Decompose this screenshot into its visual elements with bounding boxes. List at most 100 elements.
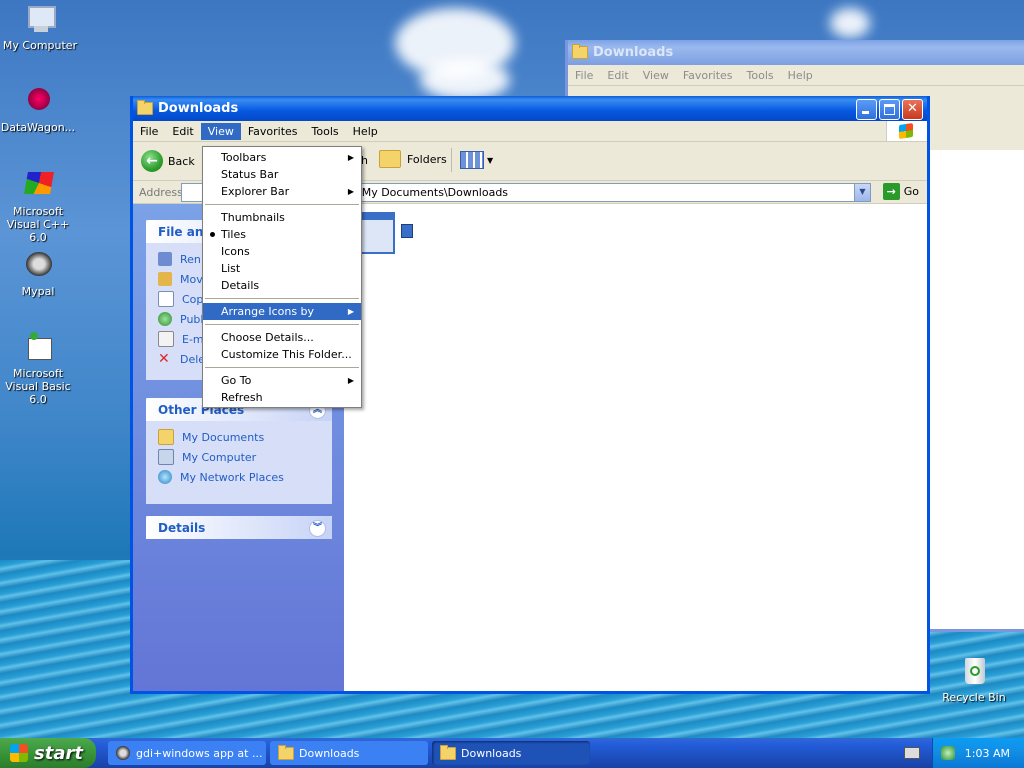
back-label: Back xyxy=(168,154,195,168)
menu-item-label: Toolbars xyxy=(221,151,267,164)
chevron-down-icon: ▼ xyxy=(487,155,494,165)
desktop-icon-visual-basic[interactable]: Microsoft Visual Basic 6.0 xyxy=(0,332,78,406)
start-button[interactable]: start xyxy=(0,738,96,768)
menu-tools[interactable]: Tools xyxy=(740,67,781,84)
clock[interactable]: 1:03 AM xyxy=(965,747,1010,760)
menu-view[interactable]: View xyxy=(636,67,676,84)
menubar: File Edit View Favorites Tools Help xyxy=(133,121,927,142)
menu-item-label: Arrange Icons by xyxy=(221,305,315,318)
keyboard-icon[interactable] xyxy=(904,747,920,759)
computer-icon xyxy=(24,4,56,36)
views-icon xyxy=(460,151,484,169)
menu-file[interactable]: File xyxy=(133,123,165,140)
menu-item-customize-folder[interactable]: Customize This Folder... xyxy=(203,346,361,363)
desktop-icon-label: My Computer xyxy=(2,39,78,52)
details-header[interactable]: Details ︾ xyxy=(146,516,332,539)
place-label: My Computer xyxy=(182,450,257,464)
place-my-network[interactable]: My Network Places xyxy=(146,467,332,487)
minimize-button[interactable] xyxy=(856,99,877,120)
taskbar-button-downloads-2[interactable]: Downloads xyxy=(432,741,590,765)
start-label: start xyxy=(34,742,83,764)
taskbar-button-label: gdi+windows app at ... xyxy=(136,746,263,760)
expand-chevron-icon[interactable]: ︾ xyxy=(309,520,326,537)
taskbar-button-gdi-app[interactable]: gdi+windows app at ... xyxy=(108,741,266,765)
back-button[interactable]: ← Back xyxy=(141,150,195,172)
window-thumbnail-icon xyxy=(361,214,393,220)
menu-view[interactable]: View xyxy=(200,122,241,140)
menu-item-refresh[interactable]: Refresh xyxy=(203,389,361,406)
desktop-icon-mypal[interactable]: Mypal xyxy=(0,250,78,298)
menu-item-explorer-bar[interactable]: Explorer Bar ▶ xyxy=(203,183,361,200)
menu-separator xyxy=(205,204,359,205)
desktop-icon-my-computer[interactable]: My Computer xyxy=(0,4,80,52)
menu-item-toolbars[interactable]: Toolbars ▶ xyxy=(203,149,361,166)
desktop-icon-recycle-bin[interactable]: Recycle Bin xyxy=(934,656,1014,704)
rename-icon xyxy=(158,252,172,266)
computer-icon xyxy=(158,449,174,465)
file-tile-small-icon xyxy=(401,224,413,238)
windows-logo-icon xyxy=(886,121,927,141)
menu-item-go-to[interactable]: Go To ▶ xyxy=(203,372,361,389)
cloud xyxy=(830,8,870,38)
menu-item-tiles[interactable]: Tiles xyxy=(203,226,361,243)
menu-item-icons[interactable]: Icons xyxy=(203,243,361,260)
menu-separator xyxy=(205,298,359,299)
menu-edit[interactable]: Edit xyxy=(165,123,200,140)
menu-file[interactable]: File xyxy=(568,67,600,84)
desktop-icon-visual-cpp[interactable]: Microsoft Visual C++ 6.0 xyxy=(0,170,78,244)
place-label: My Documents xyxy=(182,430,265,444)
search-button-fragment[interactable]: h xyxy=(361,154,368,167)
folder-icon xyxy=(440,744,456,760)
window-titlebar[interactable]: Downloads ✕ xyxy=(133,96,927,121)
folder-icon xyxy=(572,44,588,59)
go-button[interactable]: → Go xyxy=(882,183,919,200)
menu-item-thumbnails[interactable]: Thumbnails xyxy=(203,209,361,226)
menu-favorites[interactable]: Favorites xyxy=(676,67,740,84)
views-button[interactable]: ▼ xyxy=(451,148,493,172)
visual-cpp-icon xyxy=(22,170,54,202)
folders-button[interactable]: Folders xyxy=(379,150,447,168)
go-label: Go xyxy=(903,185,919,198)
copy-icon xyxy=(158,291,174,307)
menu-item-arrange-icons-by[interactable]: Arrange Icons by ▶ xyxy=(203,303,361,320)
visual-basic-icon xyxy=(22,332,54,364)
file-tile[interactable] xyxy=(359,212,395,254)
menu-item-label: Icons xyxy=(221,245,250,258)
folder-icon xyxy=(137,100,153,115)
taskbar-button-label: Downloads xyxy=(299,746,360,760)
task-label: Publ xyxy=(180,312,204,326)
menu-help[interactable]: Help xyxy=(346,123,385,140)
menu-item-label: Explorer Bar xyxy=(221,185,290,198)
recycle-bin-icon xyxy=(958,656,990,688)
maximize-button[interactable] xyxy=(879,99,900,120)
file-list-area[interactable] xyxy=(344,204,927,691)
panel-title: Details xyxy=(158,520,206,535)
desktop-icon-datawagon[interactable]: DataWagon... xyxy=(0,86,78,134)
place-label: My Network Places xyxy=(180,470,284,484)
place-my-documents[interactable]: My Documents xyxy=(146,427,332,447)
menu-item-label: Status Bar xyxy=(221,168,279,181)
menu-favorites[interactable]: Favorites xyxy=(241,123,305,140)
address-dropdown-button[interactable]: ▼ xyxy=(854,183,870,201)
menu-item-label: Customize This Folder... xyxy=(221,348,352,361)
place-my-computer[interactable]: My Computer xyxy=(146,447,332,467)
menu-item-choose-details[interactable]: Choose Details... xyxy=(203,329,361,346)
minimize-icon xyxy=(862,111,869,114)
datawagon-icon xyxy=(22,86,54,118)
close-button[interactable]: ✕ xyxy=(902,99,923,120)
menu-item-list[interactable]: List xyxy=(203,260,361,277)
back-arrow-icon: ← xyxy=(141,150,163,172)
submenu-arrow-icon: ▶ xyxy=(347,376,354,385)
menu-item-status-bar[interactable]: Status Bar xyxy=(203,166,361,183)
network-icon xyxy=(158,470,172,484)
other-places-panel: Other Places ︽ My Documents My Computer … xyxy=(146,398,332,504)
menu-edit[interactable]: Edit xyxy=(600,67,635,84)
menu-tools[interactable]: Tools xyxy=(305,123,346,140)
mypal-icon xyxy=(22,250,54,282)
back-window-titlebar[interactable]: Downloads xyxy=(568,40,1024,65)
menu-help[interactable]: Help xyxy=(781,67,820,84)
network-tray-icon[interactable] xyxy=(941,746,955,760)
taskbar-button-downloads-1[interactable]: Downloads xyxy=(270,741,428,765)
menu-item-details[interactable]: Details xyxy=(203,277,361,294)
window-title: Downloads xyxy=(158,101,239,116)
